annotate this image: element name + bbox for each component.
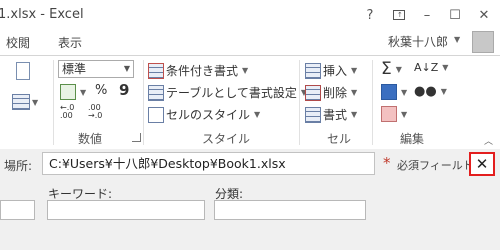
ribbon-display-options-icon[interactable]: ↑: [386, 4, 412, 26]
group-styles: スタイル: [202, 132, 251, 146]
tab-review[interactable]: 校閲: [6, 34, 30, 51]
format-icon: [305, 106, 321, 123]
merge-cells-icon[interactable]: ▼: [12, 94, 38, 110]
group-separator: [372, 60, 373, 145]
percent-style-button[interactable]: %: [95, 83, 107, 98]
number-format-select[interactable]: 標準 ▼: [58, 60, 134, 78]
close-window-button[interactable]: ✕: [471, 4, 497, 26]
keyword-field[interactable]: [47, 200, 205, 220]
autosum-button[interactable]: Σ ▼: [381, 59, 402, 79]
cell-styles-icon: [148, 106, 164, 123]
fill-down-icon: [381, 84, 397, 100]
insert-cells-button[interactable]: 挿入 ▼: [305, 62, 357, 79]
clear-button[interactable]: ▼: [381, 106, 407, 122]
group-separator: [143, 60, 144, 145]
delete-cells-button[interactable]: 削除 ▼: [305, 84, 357, 101]
format-as-table-button[interactable]: テーブルとして書式設定 ▼: [148, 84, 307, 101]
tab-view[interactable]: 表示: [58, 34, 82, 51]
sort-filter-icon: A↓Z: [414, 61, 439, 74]
find-select-button[interactable]: ●● ▼: [414, 84, 447, 99]
format-as-table-icon: [148, 84, 164, 101]
location-field[interactable]: C:¥Users¥十八郎¥Desktop¥Book1.xlsx: [42, 152, 375, 175]
chevron-down-icon[interactable]: ▼: [454, 35, 460, 44]
decrease-decimal-icon[interactable]: .00 →.0: [88, 104, 102, 120]
collapse-ribbon-icon[interactable]: ︿: [484, 134, 493, 147]
group-editing: 編集: [400, 132, 425, 146]
category-field[interactable]: [214, 200, 366, 220]
currency-format-button[interactable]: ▼: [60, 84, 86, 100]
eraser-icon: [381, 106, 397, 122]
close-icon: ✕: [475, 155, 489, 173]
required-star: *: [383, 154, 391, 172]
insert-icon: [305, 62, 321, 79]
conditional-formatting-button[interactable]: 条件付き書式 ▼: [148, 62, 248, 79]
group-separator: [299, 60, 300, 145]
minimize-button[interactable]: –: [414, 4, 440, 26]
delete-icon: [305, 84, 321, 101]
fill-button[interactable]: ▼: [381, 84, 407, 100]
user-name[interactable]: 秋葉十八郎: [388, 33, 448, 50]
dialog-launcher-icon[interactable]: [132, 133, 141, 142]
required-field-label: 必須フィールド: [397, 159, 474, 172]
wrap-text-icon[interactable]: [16, 62, 30, 83]
binoculars-icon: ●●: [414, 84, 437, 99]
increase-decimal-icon[interactable]: ←.0.00: [60, 104, 74, 120]
location-label: 場所:: [4, 159, 33, 173]
window-title: 1.xlsx - Excel: [0, 7, 84, 22]
group-separator: [53, 60, 54, 145]
avatar[interactable]: [472, 31, 494, 53]
title-field[interactable]: [0, 200, 35, 220]
close-panel-button[interactable]: ✕: [469, 152, 495, 176]
help-icon[interactable]: ?: [357, 4, 383, 26]
conditional-formatting-icon: [148, 62, 164, 79]
comma-style-button[interactable]: 9: [119, 81, 129, 99]
group-number: 数値: [78, 132, 103, 146]
restore-button[interactable]: ☐: [442, 4, 468, 26]
cell-styles-button[interactable]: セルのスタイル ▼: [148, 106, 260, 123]
sort-filter-button[interactable]: A↓Z ▼: [414, 61, 448, 74]
group-cells: セル: [327, 132, 352, 146]
format-cells-button[interactable]: 書式 ▼: [305, 106, 357, 123]
